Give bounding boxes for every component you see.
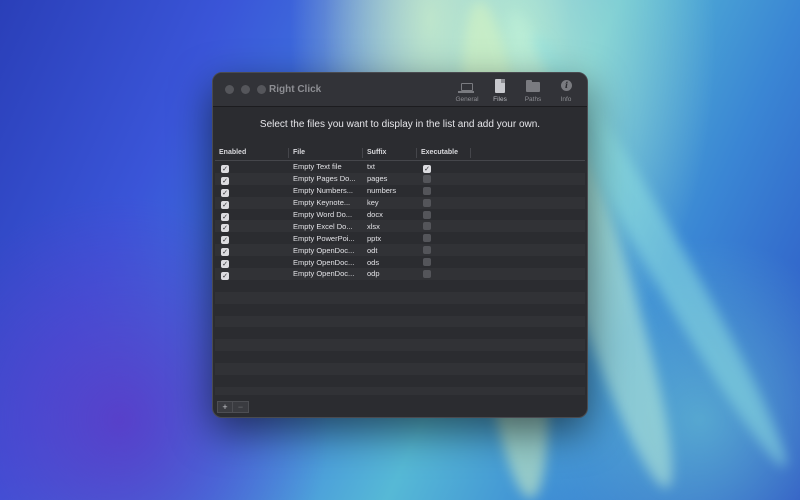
laptop-icon bbox=[458, 83, 474, 93]
enabled-cell: ✓ bbox=[215, 265, 289, 283]
right-click-window: Right Click General Files Paths i Info S… bbox=[212, 72, 588, 418]
file-name-cell[interactable]: Empty OpenDoc... bbox=[289, 269, 363, 278]
zoom-button[interactable] bbox=[257, 85, 266, 94]
executable-checkbox[interactable] bbox=[423, 269, 431, 278]
table-row[interactable]: ✓ Empty OpenDoc... odp bbox=[215, 268, 585, 280]
file-name-cell[interactable]: Empty Keynote... bbox=[289, 198, 363, 207]
enabled-checkbox[interactable]: ✓ bbox=[221, 271, 229, 280]
column-header-file[interactable]: File bbox=[289, 148, 363, 158]
empty-table-row bbox=[215, 327, 585, 339]
traffic-lights bbox=[225, 85, 266, 94]
minimize-button[interactable] bbox=[241, 85, 250, 94]
file-name-cell[interactable]: Empty Word Do... bbox=[289, 210, 363, 219]
table-body: ✓ Empty Text file txt ✓ ✓ Empty Pages Do... pa… bbox=[215, 161, 585, 395]
empty-table-row bbox=[215, 351, 585, 363]
executable-cell bbox=[417, 265, 471, 283]
file-icon bbox=[495, 79, 505, 93]
file-name-cell[interactable]: Empty Text file bbox=[289, 162, 363, 171]
file-name-cell[interactable]: Empty Pages Do... bbox=[289, 174, 363, 183]
suffix-cell[interactable]: key bbox=[363, 198, 417, 207]
suffix-cell[interactable]: docx bbox=[363, 210, 417, 219]
suffix-cell[interactable]: pages bbox=[363, 174, 417, 183]
folder-icon bbox=[526, 80, 540, 92]
file-name-cell[interactable]: Empty PowerPoi... bbox=[289, 234, 363, 243]
empty-table-row bbox=[215, 339, 585, 352]
empty-table-row bbox=[215, 363, 585, 376]
suffix-cell[interactable]: numbers bbox=[363, 186, 417, 195]
suffix-cell[interactable]: ods bbox=[363, 258, 417, 267]
column-header-executable[interactable]: Executable bbox=[417, 148, 471, 158]
files-table: Enabled File Suffix Executable ✓ Empty Te… bbox=[215, 145, 585, 395]
suffix-cell[interactable]: odp bbox=[363, 269, 417, 278]
file-name-cell[interactable]: Empty OpenDoc... bbox=[289, 246, 363, 255]
titlebar: Right Click General Files Paths i Info bbox=[213, 73, 587, 107]
close-button[interactable] bbox=[225, 85, 234, 94]
window-title: Right Click bbox=[269, 84, 322, 95]
suffix-cell[interactable]: txt bbox=[363, 162, 417, 171]
empty-table-row bbox=[215, 304, 585, 316]
file-name-cell[interactable]: Empty Excel Do... bbox=[289, 222, 363, 231]
tab-info[interactable]: i Info bbox=[553, 79, 579, 103]
remove-button[interactable]: − bbox=[233, 401, 249, 413]
info-icon: i bbox=[561, 80, 572, 91]
suffix-cell[interactable]: xlsx bbox=[363, 222, 417, 231]
instruction-text: Select the files you want to display in … bbox=[259, 119, 541, 130]
empty-table-row bbox=[215, 315, 585, 328]
empty-table-row bbox=[215, 291, 585, 304]
file-name-cell[interactable]: Empty Numbers... bbox=[289, 186, 363, 195]
column-header-suffix[interactable]: Suffix bbox=[363, 148, 417, 158]
empty-table-row bbox=[215, 375, 585, 387]
suffix-cell[interactable]: pptx bbox=[363, 234, 417, 243]
empty-table-row bbox=[215, 386, 585, 395]
table-controls: + − bbox=[217, 401, 249, 413]
suffix-cell[interactable]: odt bbox=[363, 246, 417, 255]
tab-files[interactable]: Files bbox=[487, 79, 513, 103]
file-name-cell[interactable]: Empty OpenDoc... bbox=[289, 258, 363, 267]
add-button[interactable]: + bbox=[217, 401, 233, 413]
column-header-enabled[interactable]: Enabled bbox=[215, 148, 289, 158]
toolbar: General Files Paths i Info bbox=[454, 79, 579, 103]
tab-general[interactable]: General bbox=[454, 79, 480, 103]
tab-paths[interactable]: Paths bbox=[520, 79, 546, 103]
